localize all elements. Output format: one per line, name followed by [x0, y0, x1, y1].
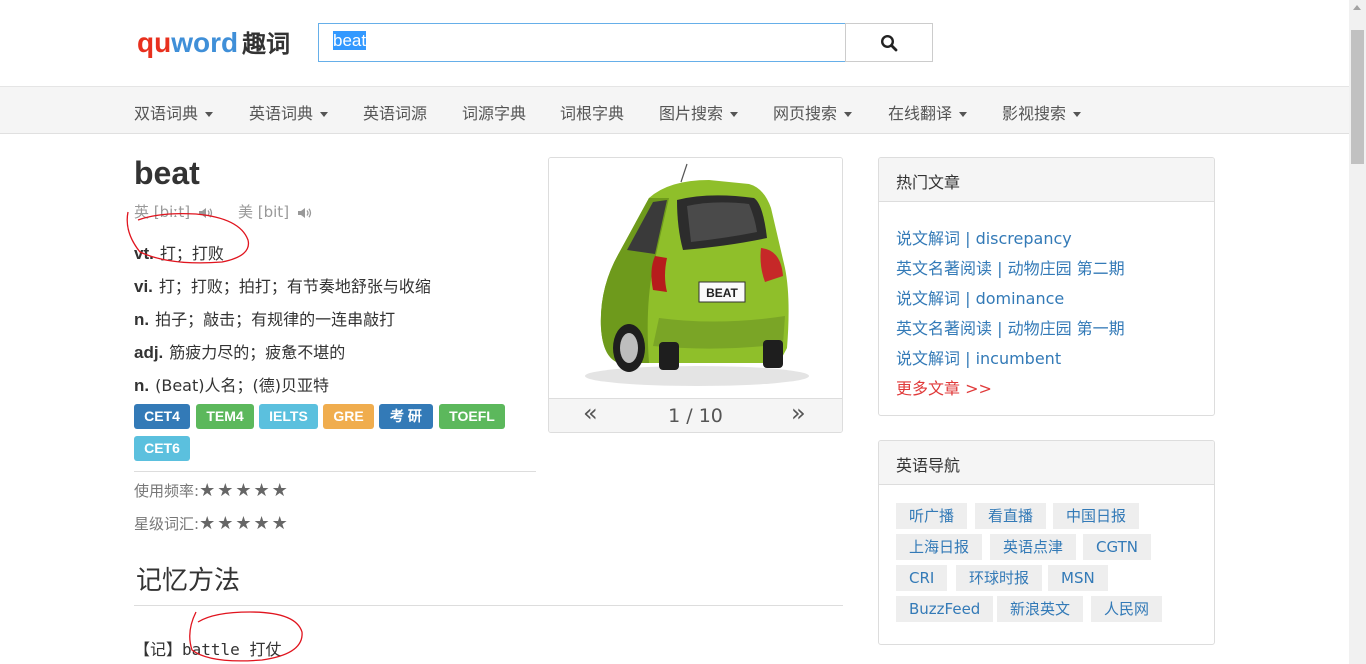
word-title: beat: [134, 155, 200, 191]
divider: [134, 605, 843, 606]
nav-video-search[interactable]: 影视搜索: [1002, 100, 1082, 124]
definition-row: n. 拍子；敲击；有规律的一连串敲打: [134, 310, 396, 329]
tag-gre[interactable]: GRE: [323, 404, 374, 429]
hot-articles-panel: 热门文章 说文解词 | discrepancy 英文名著阅读 | 动物庄园 第二…: [878, 157, 1215, 416]
scroll-up-arrow-icon[interactable]: [1353, 5, 1361, 10]
nav-link-sina-english[interactable]: 新浪英文: [997, 596, 1084, 622]
definition-row: vi. 打；打败；拍打；有节奏地舒张与收缩: [134, 277, 431, 296]
nav-image-search[interactable]: 图片搜索: [659, 100, 739, 124]
article-link[interactable]: 说文解词 | dominance: [896, 285, 1064, 309]
main-nav: 双语词典 英语词典 英语词源 词源字典 词根字典 图片搜索 网页搜索 在线翻译 …: [0, 86, 1349, 134]
word-level: 星级词汇:★★★★★: [134, 513, 290, 534]
article-link[interactable]: 英文名著阅读 | 动物庄园 第二期: [896, 255, 1125, 279]
article-link[interactable]: 说文解词 | discrepancy: [896, 225, 1072, 249]
nav-translate[interactable]: 在线翻译: [888, 100, 968, 124]
definition-row: vt. 打；打败: [134, 244, 224, 263]
article-link[interactable]: 英文名著阅读 | 动物庄园 第一期: [896, 315, 1125, 339]
nav-link-shanghai-daily[interactable]: 上海日报: [896, 534, 983, 560]
caret-down-icon: [959, 112, 968, 117]
nav-link-live[interactable]: 看直播: [975, 503, 1047, 529]
search-icon: [880, 34, 898, 51]
caret-down-icon: [205, 112, 214, 117]
nav-link-peoples-daily[interactable]: 人民网: [1091, 596, 1163, 622]
nav-link-msn[interactable]: MSN: [1048, 565, 1108, 591]
nav-link-china-daily[interactable]: 中国日报: [1053, 503, 1140, 529]
speaker-icon[interactable]: [198, 207, 214, 219]
page-scrollbar[interactable]: [1349, 0, 1366, 664]
nav-english-dict[interactable]: 英语词典: [249, 100, 329, 124]
tag-tem4[interactable]: TEM4: [196, 404, 254, 429]
nav-etymology[interactable]: 英语词源: [363, 100, 427, 124]
tag-ielts[interactable]: IELTS: [259, 404, 318, 429]
image-pager: « 1 / 10 »: [549, 398, 842, 432]
phonetic-us[interactable]: 美 [bit]: [238, 201, 313, 222]
nav-web-search[interactable]: 网页搜索: [773, 100, 853, 124]
definition-row: n. (Beat)人名；(德)贝亚特: [134, 376, 329, 395]
nav-link-cri[interactable]: CRI: [896, 565, 948, 591]
frequency-stars: ★★★★★: [199, 480, 290, 501]
tag-cet6[interactable]: CET6: [134, 436, 190, 461]
scroll-thumb[interactable]: [1351, 30, 1364, 164]
english-nav-title: 英语导航: [879, 441, 1214, 485]
nav-link-cgtn[interactable]: CGTN: [1083, 534, 1151, 560]
memo-section-title: 记忆方法: [136, 566, 241, 596]
divider: [134, 471, 536, 472]
nav-root-dict[interactable]: 词根字典: [560, 100, 624, 124]
nav-bilingual-dict[interactable]: 双语词典: [134, 100, 214, 124]
search-button[interactable]: [845, 23, 933, 62]
definition-row: adj. 筋疲力尽的；疲惫不堪的: [134, 343, 346, 362]
tag-cet4[interactable]: CET4: [134, 404, 190, 429]
car-image[interactable]: BEAT: [549, 158, 842, 398]
header: quword 趣词 beat: [0, 0, 1349, 86]
caret-down-icon: [320, 112, 329, 117]
nav-link-buzzfeed[interactable]: BuzzFeed: [896, 596, 994, 622]
article-link[interactable]: 说文解词 | incumbent: [896, 345, 1061, 369]
usage-frequency: 使用频率:★★★★★: [134, 480, 290, 501]
nav-etymology-dict[interactable]: 词源字典: [462, 100, 526, 124]
nav-link-yingyudianjin[interactable]: 英语点津: [990, 534, 1077, 560]
caret-down-icon: [844, 112, 853, 117]
hot-articles-title: 热门文章: [879, 158, 1214, 202]
nav-link-radio[interactable]: 听广播: [896, 503, 968, 529]
page: quword 趣词 beat 双语词典 英语词典 英语词源 词源字典 词根字典 图…: [0, 0, 1366, 664]
next-image-button[interactable]: »: [791, 399, 806, 427]
search-input-value: beat: [333, 31, 367, 50]
nav-link-global-times[interactable]: 环球时报: [956, 565, 1043, 591]
tag-kaoyan[interactable]: 考 研: [379, 404, 433, 429]
logo-word: word: [171, 27, 239, 58]
caret-down-icon: [1073, 112, 1082, 117]
level-stars: ★★★★★: [199, 513, 290, 534]
plate-text: BEAT: [706, 286, 738, 300]
memo-line: 【记】battle 打仗: [134, 640, 282, 659]
phonetic-uk[interactable]: 英 [biːt]: [134, 201, 214, 222]
speaker-icon[interactable]: [297, 207, 313, 219]
logo-chinese: 趣词: [242, 31, 291, 58]
site-logo[interactable]: quword 趣词: [137, 24, 290, 59]
logo-qu: qu: [137, 27, 172, 58]
search-input[interactable]: beat: [318, 23, 846, 62]
image-carousel: BEAT « 1 / 10 »: [548, 157, 843, 433]
caret-down-icon: [730, 112, 739, 117]
more-articles-link[interactable]: 更多文章 >>: [896, 375, 992, 399]
tag-toefl[interactable]: TOEFL: [439, 404, 505, 429]
english-nav-panel: 英语导航 听广播 看直播 中国日报 上海日报 英语点津 CGTN CRI 环球时…: [878, 440, 1215, 645]
